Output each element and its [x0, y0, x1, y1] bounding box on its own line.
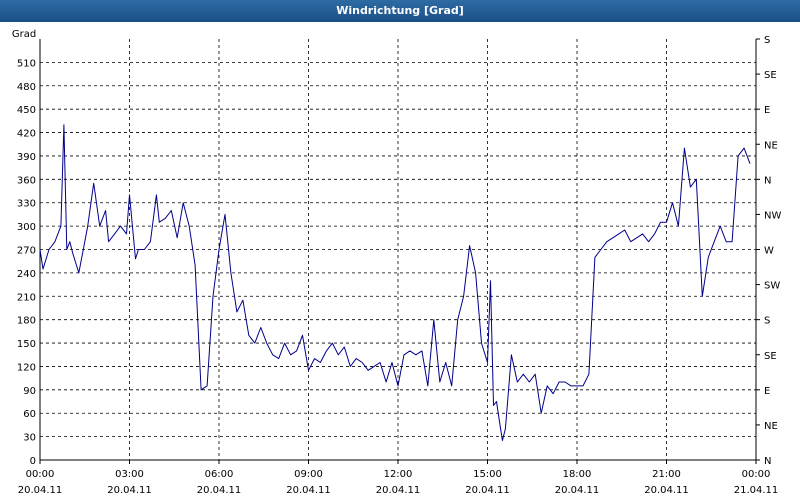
y-right-tick-label: S	[764, 35, 770, 46]
y-right-tick-label: N	[764, 175, 771, 186]
y-tick-label: 270	[17, 246, 36, 257]
x-tick-date-label: 20.04.11	[644, 485, 689, 496]
y-right-tick-label: SE	[764, 351, 777, 362]
y-tick-label: 120	[17, 362, 36, 373]
chart-title-bar: Windrichtung [Grad]	[0, 0, 800, 22]
x-tick-time-label: 00:00	[742, 469, 771, 480]
y-right-tick-label: NE	[764, 421, 778, 432]
x-tick-date-label: 20.04.11	[376, 485, 421, 496]
x-tick-date-label: 20.04.11	[18, 485, 63, 496]
y-tick-label: 360	[17, 175, 36, 186]
y-right-tick-label: NE	[764, 140, 778, 151]
y-tick-label: 180	[17, 316, 36, 327]
x-tick-date-label: 21.04.11	[734, 485, 779, 496]
y-right-tick-label: E	[764, 105, 770, 116]
x-tick-date-label: 20.04.11	[107, 485, 152, 496]
x-tick-time-label: 12:00	[384, 469, 413, 480]
y-right-tick-label: W	[764, 246, 774, 257]
x-tick-time-label: 03:00	[115, 469, 144, 480]
y-tick-label: 0	[30, 456, 36, 467]
y-axis-unit-label: Grad	[12, 29, 36, 40]
y-tick-label: 240	[17, 269, 36, 280]
y-tick-label: 90	[23, 386, 36, 397]
y-tick-label: 420	[17, 129, 36, 140]
y-tick-label: 450	[17, 105, 36, 116]
y-tick-label: 480	[17, 82, 36, 93]
y-right-tick-label: N	[764, 456, 771, 467]
y-tick-label: 330	[17, 199, 36, 210]
y-tick-label: 300	[17, 222, 36, 233]
x-tick-time-label: 06:00	[205, 469, 234, 480]
x-tick-date-label: 20.04.11	[465, 485, 510, 496]
x-tick-time-label: 00:00	[26, 469, 55, 480]
x-axis: 00:00 20.04.11 03:00 20.04.11 06:00 20.04.11 0…	[18, 460, 779, 496]
x-tick-time-label: 09:00	[294, 469, 323, 480]
y-tick-label: 210	[17, 292, 36, 303]
x-tick-date-label: 20.04.11	[197, 485, 242, 496]
x-tick-time-label: 21:00	[652, 469, 681, 480]
y-tick-label: 390	[17, 152, 36, 163]
y-tick-label: 30	[23, 433, 36, 444]
y-right-tick-label: E	[764, 386, 770, 397]
y-right-tick-label: NW	[764, 210, 781, 221]
y-right-tick-label: SE	[764, 70, 777, 81]
y-tick-label: 510	[17, 58, 36, 69]
y-right-tick-label: S	[764, 316, 770, 327]
y-tick-label: 60	[23, 409, 36, 420]
x-tick-date-label: 20.04.11	[555, 485, 600, 496]
y-axis-right: N NE E SE S SW W NW N NE E SE S	[756, 35, 781, 467]
x-tick-time-label: 18:00	[563, 469, 592, 480]
y-tick-label: 150	[17, 339, 36, 350]
series-line-wind-direction	[39, 124, 751, 441]
grid-layer	[40, 39, 756, 460]
x-tick-time-label: 15:00	[473, 469, 502, 480]
series-layer	[39, 124, 751, 441]
wind-direction-chart: Grad 0 30 60 90 120 150 180 210 240 270 300 330 360 39…	[12, 29, 782, 496]
x-tick-date-label: 20.04.11	[286, 485, 331, 496]
y-right-tick-label: SW	[764, 281, 780, 292]
chart-title: Windrichtung [Grad]	[336, 4, 464, 17]
y-axis-left: Grad 0 30 60 90 120 150 180 210 240 270 300 330 360 39…	[12, 29, 36, 467]
